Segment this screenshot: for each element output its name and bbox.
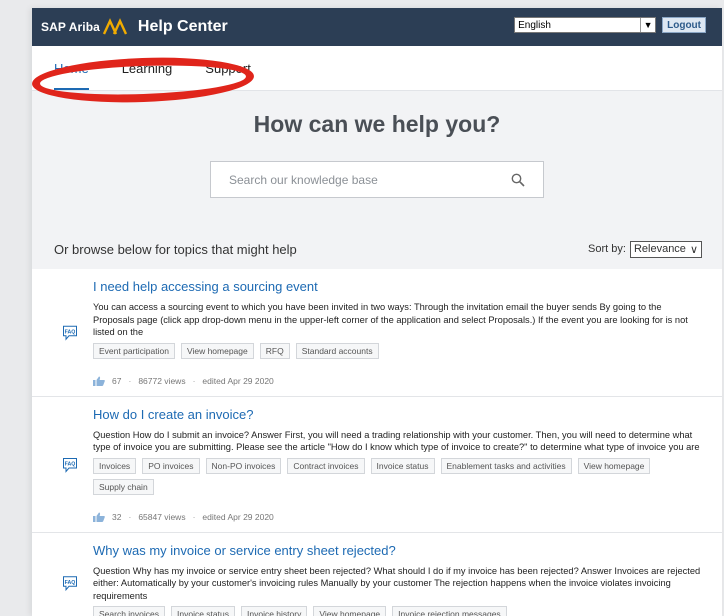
tag-list: Search invoices Invoice status Invoice h… [93,606,702,616]
top-header: SAP Ariba Help Center English ▼ Logout [32,8,722,46]
result-description: Question Why has my invoice or service e… [93,565,701,601]
tag[interactable]: Event participation [93,342,175,359]
tag[interactable]: Search invoices [93,606,166,616]
tag[interactable]: PO invoices [142,457,200,474]
sort-control: Sort by: Relevance ∨ [588,240,702,258]
brand-name: SAP Ariba [41,20,100,34]
logout-button[interactable]: Logout [662,17,706,33]
view-count: 86772 views [138,375,186,386]
sort-select[interactable]: Relevance ∨ [629,240,702,258]
chevron-down-icon: ∨ [689,243,698,256]
result-description: Question How do I submit an invoice? Ans… [93,429,700,453]
thumbs-up-icon[interactable] [93,512,105,522]
page-title: How can we help you? [253,111,501,137]
search-icon[interactable] [511,173,525,187]
hero-section: How can we help you? Search our knowledg… [32,91,722,198]
tag[interactable]: View homepage [180,342,254,359]
brand[interactable]: SAP Ariba Help Center [41,18,228,36]
like-count: 67 [112,375,122,386]
sort-label: Sort by: [588,243,626,255]
faq-icon: FAQ [63,325,77,341]
ariba-logo-icon [102,18,128,35]
result-meta: 32 · 65847 views · edited Apr 29 2020 [93,512,702,522]
tag[interactable]: RFQ [259,342,290,359]
tag[interactable]: Invoice status [171,606,235,616]
result-body: How do I create an invoice? Question How… [93,407,702,522]
tag[interactable]: Enablement tasks and activities [440,457,572,474]
search-input[interactable]: Search our knowledge base [229,173,378,187]
tag[interactable]: Contract invoices [287,457,365,474]
tag[interactable]: Invoices [93,457,137,474]
result-body: Why was my invoice or service entry shee… [93,543,702,616]
list-item: FAQ Why was my invoice or service entry … [32,533,722,616]
browse-bar: Or browse below for topics that might he… [32,234,722,264]
sort-value: Relevance [633,243,686,255]
thumbs-up-icon[interactable] [93,376,105,386]
result-title-link[interactable]: How do I create an invoice? [93,407,702,422]
search-box[interactable]: Search our knowledge base [210,161,544,198]
edited-date: edited Apr 29 2020 [202,375,274,386]
result-title-link[interactable]: I need help accessing a sourcing event [93,279,702,294]
list-item: FAQ How do I create an invoice? Question… [32,397,722,533]
tag-list: Event participation View homepage RFQ St… [93,342,702,359]
tag[interactable]: Invoice status [370,457,435,474]
tag[interactable]: Invoice rejection messages [392,606,507,616]
edited-date: edited Apr 29 2020 [202,511,274,522]
app-title: Help Center [137,18,228,35]
chevron-down-icon: ▼ [640,18,655,32]
language-select[interactable]: English ▼ [514,17,657,33]
faq-badge: FAQ [65,579,76,585]
tag[interactable]: Non-PO invoices [205,457,282,474]
faq-icon: FAQ [63,457,77,473]
result-description: You can access a sourcing event to which… [93,302,688,337]
separator: · [192,375,196,386]
separator: · [128,511,132,522]
header-actions: English ▼ Logout [514,17,706,33]
tag[interactable]: View homepage [313,606,387,616]
tag[interactable]: Standard accounts [295,342,379,359]
language-value: English [518,19,551,31]
faq-icon: FAQ [63,575,77,591]
help-center-page: SAP Ariba Help Center English ▼ Logout H… [32,8,722,616]
list-item: FAQ I need help accessing a sourcing eve… [32,269,722,397]
result-title-link[interactable]: Why was my invoice or service entry shee… [93,543,702,558]
separator: · [128,375,132,386]
view-count: 65847 views [138,511,186,522]
faq-badge: FAQ [65,461,76,467]
results-list: FAQ I need help accessing a sourcing eve… [32,269,722,616]
browse-text: Or browse below for topics that might he… [54,241,297,257]
tag[interactable]: Invoice history [241,606,308,616]
tag[interactable]: Supply chain [93,478,154,495]
result-meta: 67 · 86772 views · edited Apr 29 2020 [93,376,702,386]
separator: · [192,511,196,522]
result-body: I need help accessing a sourcing event Y… [93,279,702,386]
like-count: 32 [112,511,122,522]
faq-badge: FAQ [65,329,76,335]
tag[interactable]: View homepage [577,457,651,474]
tag-list: Invoices PO invoices Non-PO invoices Con… [93,457,702,495]
